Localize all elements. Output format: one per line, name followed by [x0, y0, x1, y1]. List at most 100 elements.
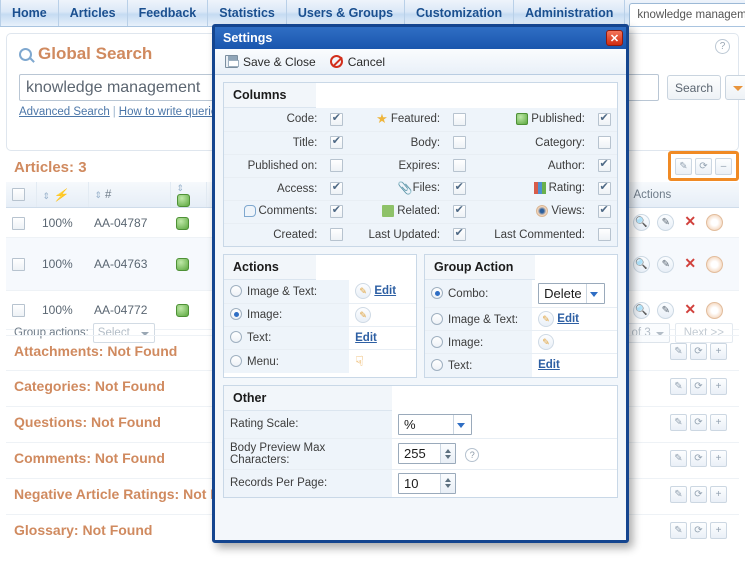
question-mark-icon[interactable]: ?: [715, 39, 730, 54]
checkbox-published[interactable]: [597, 111, 611, 126]
active-tab-knowledge-management[interactable]: knowledge management: [629, 3, 745, 26]
checkbox-created[interactable]: [329, 228, 343, 242]
plus-icon[interactable]: +: [710, 342, 727, 360]
cell-code[interactable]: [323, 108, 350, 132]
row-checkbox[interactable]: [12, 216, 25, 230]
pencil-icon[interactable]: ✎: [355, 306, 372, 323]
cell-created[interactable]: [323, 223, 350, 246]
dialog-titlebar[interactable]: Settings ✕: [215, 27, 626, 49]
refresh-icon[interactable]: ⟳: [690, 413, 707, 431]
nav-item-customization[interactable]: Customization: [405, 0, 515, 26]
refresh-icon[interactable]: ⟳: [690, 485, 707, 503]
magnify-icon[interactable]: 🔍: [633, 255, 650, 273]
pencil-icon[interactable]: ✎: [355, 283, 372, 300]
stepper-arrows[interactable]: [440, 473, 455, 493]
checkbox-body[interactable]: [452, 136, 466, 149]
cell-published-on[interactable]: [323, 154, 350, 178]
checkbox-title[interactable]: [329, 134, 343, 149]
cell-access[interactable]: [323, 177, 350, 201]
radio-group-image[interactable]: [431, 335, 443, 348]
checkbox-author[interactable]: [597, 157, 611, 172]
plus-icon[interactable]: +: [710, 449, 727, 467]
radio-menu[interactable]: [230, 354, 242, 367]
edit-link[interactable]: Edit: [538, 359, 560, 371]
checkbox-published-on[interactable]: [329, 159, 343, 172]
pencil-icon[interactable]: ✎: [670, 485, 687, 503]
checkbox-views[interactable]: [597, 203, 611, 218]
refresh-icon[interactable]: ⟳: [690, 521, 707, 539]
refresh-icon[interactable]: ⟳: [695, 157, 712, 175]
group-combo-control[interactable]: Delete: [532, 280, 617, 308]
chevron-down-icon[interactable]: [725, 75, 745, 100]
records-per-page-control[interactable]: 10: [392, 469, 617, 497]
checkbox-last-updated[interactable]: [452, 226, 466, 242]
checkbox-code[interactable]: [329, 111, 343, 126]
cell-last-updated[interactable]: [446, 223, 473, 246]
action-text-control[interactable]: Edit: [349, 326, 416, 350]
pencil-icon[interactable]: ✎: [657, 301, 675, 319]
delete-x-icon[interactable]: ✕: [682, 301, 699, 319]
cell-related[interactable]: [446, 200, 473, 224]
save-and-close-button[interactable]: Save & Close: [225, 55, 316, 69]
plus-icon[interactable]: +: [710, 377, 727, 395]
checkbox-related[interactable]: [452, 203, 466, 218]
pencil-icon[interactable]: ✎: [657, 255, 675, 273]
stepper-arrows[interactable]: [440, 444, 455, 463]
group-image-control[interactable]: ✎: [532, 330, 617, 354]
cell-featured[interactable]: [446, 108, 473, 132]
pencil-icon[interactable]: ✎: [675, 157, 692, 175]
col-relevance[interactable]: ⇕ ⚡: [36, 182, 89, 208]
row-select-cell[interactable]: [6, 207, 36, 238]
checkbox-comments[interactable]: [329, 203, 343, 218]
cell-published[interactable]: [591, 108, 617, 132]
group-image-text[interactable]: Image & Text:: [425, 307, 533, 331]
pencil-icon[interactable]: ✎: [670, 377, 687, 395]
search-button[interactable]: Search: [667, 75, 721, 100]
cell-rating[interactable]: [591, 177, 617, 201]
refresh-icon[interactable]: ⟳: [690, 377, 707, 395]
action-menu[interactable]: Menu:: [224, 349, 350, 373]
delete-x-icon[interactable]: ✕: [682, 214, 699, 231]
cell-comments[interactable]: [323, 200, 350, 224]
cell-files[interactable]: [446, 177, 473, 201]
checkbox-last-commented[interactable]: [597, 228, 611, 242]
magnify-icon[interactable]: 🔍: [633, 301, 650, 319]
edit-link[interactable]: Edit: [557, 313, 579, 325]
nav-item-feedback[interactable]: Feedback: [128, 0, 209, 26]
radio-image-text[interactable]: [230, 284, 242, 297]
row-checkbox[interactable]: [12, 304, 25, 318]
edit-link[interactable]: Edit: [355, 332, 377, 344]
plus-icon[interactable]: +: [710, 485, 727, 503]
rating-scale-select[interactable]: %: [398, 413, 472, 435]
pencil-icon[interactable]: ✎: [670, 521, 687, 539]
cell-views[interactable]: [591, 200, 617, 224]
radio-group-image-text[interactable]: [431, 312, 443, 325]
action-text[interactable]: Text:: [224, 326, 350, 350]
eye-icon[interactable]: [706, 214, 724, 231]
action-image-text-control[interactable]: ✎ Edit: [349, 280, 416, 304]
plus-icon[interactable]: +: [710, 521, 727, 539]
action-image[interactable]: Image:: [224, 303, 350, 327]
radio-group-text[interactable]: [431, 358, 443, 371]
radio-text[interactable]: [230, 331, 242, 343]
nav-item-statistics[interactable]: Statistics: [208, 0, 287, 26]
edit-link[interactable]: Edit: [374, 285, 396, 297]
pencil-icon[interactable]: ✎: [538, 311, 555, 327]
group-image[interactable]: Image:: [425, 330, 533, 354]
group-action-select[interactable]: Delete: [538, 283, 605, 304]
advanced-search-link[interactable]: Advanced Search: [19, 106, 110, 118]
cell-expires[interactable]: [446, 154, 473, 178]
group-image-text-control[interactable]: ✎ Edit: [532, 307, 617, 331]
col-published[interactable]: ⇕: [170, 182, 207, 208]
pencil-icon[interactable]: ✎: [670, 449, 687, 467]
cancel-button[interactable]: Cancel: [329, 55, 385, 69]
select-all-checkbox[interactable]: [12, 188, 25, 201]
action-image-text[interactable]: Image & Text:: [224, 280, 350, 304]
how-to-write-queries-link[interactable]: How to write queries: [119, 106, 223, 118]
checkbox-category[interactable]: [597, 136, 611, 149]
action-image-control[interactable]: ✎: [349, 303, 416, 327]
nav-item-administration[interactable]: Administration: [514, 0, 626, 26]
refresh-icon[interactable]: ⟳: [690, 449, 707, 467]
pencil-icon[interactable]: ✎: [670, 413, 687, 431]
pencil-icon[interactable]: ✎: [538, 334, 555, 350]
